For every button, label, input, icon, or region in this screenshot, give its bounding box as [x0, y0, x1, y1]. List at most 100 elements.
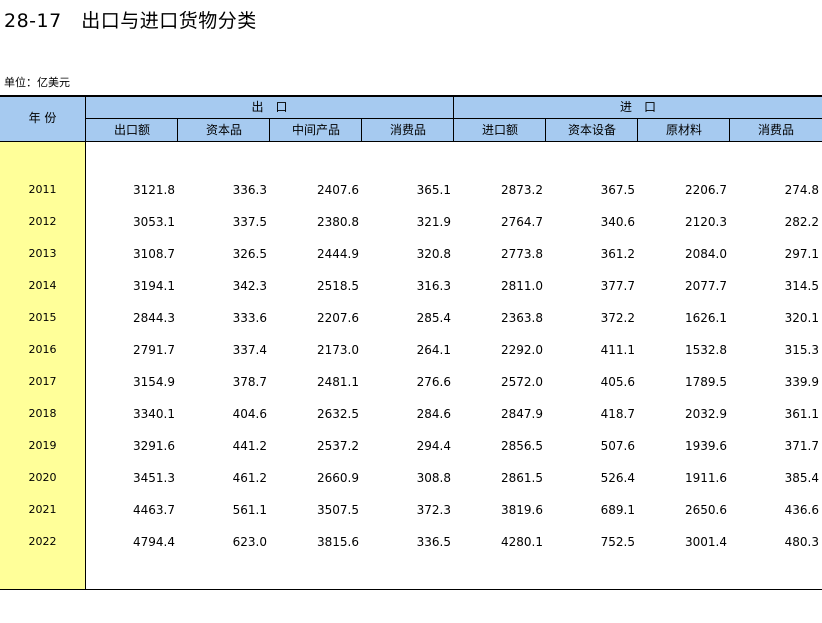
table-cell: 294.4 — [416, 439, 451, 453]
table-cell: 2811.0 — [501, 279, 543, 293]
table-cell: 561.1 — [232, 503, 267, 517]
page-title: 28-17 出口与进口货物分类 — [4, 10, 257, 32]
table-cell: 2120.3 — [685, 215, 727, 229]
table-cell: 2847.9 — [501, 407, 543, 421]
table-cell: 404.6 — [232, 407, 267, 421]
column-header-3: 中间产品 — [291, 123, 340, 137]
table-cell: 507.6 — [600, 439, 635, 453]
table-cell: 2032.9 — [685, 407, 727, 421]
column-header-2: 资本品 — [205, 123, 242, 137]
table-cell: 365.1 — [416, 183, 451, 197]
table-cell: 326.5 — [232, 247, 267, 261]
table-cell: 4794.4 — [133, 535, 175, 549]
table-cell: 3451.3 — [133, 471, 175, 485]
table-cell: 2084.0 — [685, 247, 727, 261]
table-cell: 2537.2 — [317, 439, 359, 453]
table-cell: 282.2 — [784, 215, 819, 229]
table-cell: 361.2 — [600, 247, 635, 261]
table-cell: 2173.0 — [317, 343, 359, 357]
table-cell: 276.6 — [416, 375, 451, 389]
table-cell: 3507.5 — [317, 503, 359, 517]
table-cell: 385.4 — [784, 471, 819, 485]
table-cell: 2791.7 — [133, 343, 175, 357]
table-cell: 378.7 — [232, 375, 267, 389]
table-cell: 3194.1 — [133, 279, 175, 293]
table-cell: 297.1 — [784, 247, 819, 261]
table-cell: 1911.6 — [685, 471, 727, 485]
table-cell: 3108.7 — [133, 247, 175, 261]
table-cell: 336.3 — [232, 183, 267, 197]
table-cell: 336.5 — [416, 535, 451, 549]
table-cell: 3154.9 — [133, 375, 175, 389]
table-cell: 4280.1 — [501, 535, 543, 549]
table-cell: 371.7 — [784, 439, 819, 453]
table-cell: 337.4 — [232, 343, 267, 357]
table-cell: 367.5 — [600, 183, 635, 197]
table-cell: 3819.6 — [501, 503, 543, 517]
table-cell: 3291.6 — [133, 439, 175, 453]
table-cell: 2380.8 — [317, 215, 359, 229]
header-bottom-line — [0, 141, 822, 142]
table-cell: 461.2 — [232, 471, 267, 485]
row-year: 2011 — [28, 183, 57, 196]
table-cell: 284.6 — [416, 407, 451, 421]
table-cell: 2407.6 — [317, 183, 359, 197]
table-cell: 3815.6 — [317, 535, 359, 549]
table-cell: 320.8 — [416, 247, 451, 261]
table-cell: 2856.5 — [501, 439, 543, 453]
table-cell: 623.0 — [232, 535, 267, 549]
table-cell: 2481.1 — [317, 375, 359, 389]
table-cell: 2363.8 — [501, 311, 543, 325]
column-header-7: 原材料 — [665, 123, 702, 137]
table-cell: 2632.5 — [317, 407, 359, 421]
table-cell: 377.7 — [600, 279, 635, 293]
column-header-1: 出口额 — [113, 123, 150, 137]
table-cell: 320.1 — [784, 311, 819, 325]
table-cell: 1626.1 — [685, 311, 727, 325]
table-cell: 2206.7 — [685, 183, 727, 197]
table-cell: 361.1 — [784, 407, 819, 421]
table-cell: 3121.8 — [133, 183, 175, 197]
unit-label: 单位：亿美元 — [4, 76, 70, 89]
table-cell: 321.9 — [416, 215, 451, 229]
table-cell: 339.9 — [784, 375, 819, 389]
row-year: 2018 — [28, 407, 57, 420]
table-cell: 3053.1 — [133, 215, 175, 229]
table-cell: 2077.7 — [685, 279, 727, 293]
table-cell: 2444.9 — [317, 247, 359, 261]
row-year: 2017 — [28, 375, 57, 388]
table-cell: 333.6 — [232, 311, 267, 325]
import-group-header: 进 口 — [619, 100, 656, 114]
column-header-6: 资本设备 — [567, 123, 616, 137]
table-cell: 264.1 — [416, 343, 451, 357]
table-cell: 1532.8 — [685, 343, 727, 357]
table-cell: 308.8 — [416, 471, 451, 485]
table-cell: 418.7 — [600, 407, 635, 421]
column-header-4: 消费品 — [389, 123, 426, 137]
table-cell: 1789.5 — [685, 375, 727, 389]
table-cell: 2292.0 — [501, 343, 543, 357]
year-header: 年 份 — [28, 111, 57, 125]
row-year: 2012 — [28, 215, 57, 228]
row-year: 2016 — [28, 343, 57, 356]
table-cell: 2764.7 — [501, 215, 543, 229]
table-cell: 2873.2 — [501, 183, 543, 197]
table-cell: 337.5 — [232, 215, 267, 229]
table-cell: 3340.1 — [133, 407, 175, 421]
export-group-header: 出 口 — [251, 100, 288, 114]
table-cell: 315.3 — [784, 343, 819, 357]
table-cell: 316.3 — [416, 279, 451, 293]
row-year: 2014 — [28, 279, 57, 292]
table-cell: 2572.0 — [501, 375, 543, 389]
table-cell: 314.5 — [784, 279, 819, 293]
row-year: 2015 — [28, 311, 57, 324]
row-year: 2020 — [28, 471, 57, 484]
table-cell: 2773.8 — [501, 247, 543, 261]
table-cell: 480.3 — [784, 535, 819, 549]
goods-classification-table: 年 份 出 口 进 口 出口额 资本品 中间产品 消费品 进口额 资本设备 原材料 消费品 20… — [0, 95, 822, 590]
column-header-5: 进口额 — [481, 123, 518, 137]
table-cell: 1939.6 — [685, 439, 727, 453]
table-cell: 436.6 — [784, 503, 819, 517]
row-year: 2021 — [28, 503, 57, 516]
table-cell: 411.1 — [600, 343, 635, 357]
